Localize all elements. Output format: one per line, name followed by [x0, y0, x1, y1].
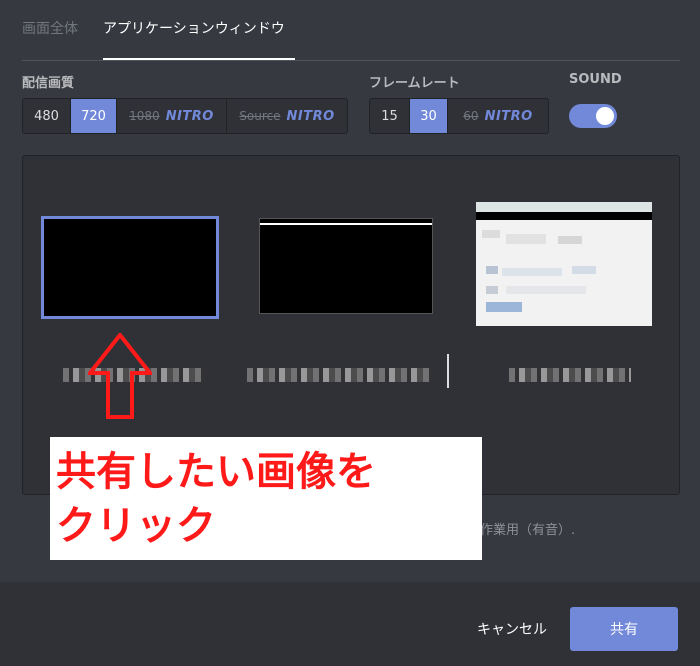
tab-entire-screen[interactable]: 画面全体	[22, 18, 78, 38]
thumbnail-content	[502, 268, 562, 276]
framerate-60-button[interactable]: 60 NITRO	[448, 99, 548, 133]
window-title-blurred	[247, 368, 433, 382]
framerate-60-value: 60	[463, 109, 479, 123]
annotation-text: 共有したい画像を クリック	[56, 449, 376, 549]
framerate-selector: 15 30 60 NITRO	[369, 98, 549, 134]
thumbnail-content	[506, 234, 546, 244]
text-cursor	[447, 354, 449, 388]
resolution-source-value: Source	[239, 109, 281, 123]
framerate-15-button[interactable]: 15	[370, 99, 410, 133]
window-thumbnail[interactable]	[259, 218, 433, 314]
framerate-30-button[interactable]: 30	[410, 99, 448, 133]
thumbnail-titlebar	[260, 223, 432, 225]
sound-label: SOUND	[569, 72, 622, 87]
share-button[interactable]: 共有	[570, 607, 678, 651]
cancel-button[interactable]: キャンセル	[468, 608, 556, 650]
resolution-1080-button[interactable]: 1080 NITRO	[117, 99, 227, 133]
toggle-knob	[596, 107, 614, 125]
annotation-arrow-icon	[88, 333, 152, 419]
thumbnail-content	[486, 286, 498, 294]
window-thumbnail-selected[interactable]	[41, 216, 219, 319]
thumbnail-content	[482, 230, 500, 238]
tab-divider	[22, 60, 680, 61]
nitro-badge: NITRO	[286, 108, 335, 124]
thumbnail-content	[558, 236, 582, 244]
window-title-blurred	[509, 368, 631, 382]
nitro-badge: NITRO	[484, 108, 533, 124]
resolution-source-button[interactable]: Source NITRO	[227, 99, 347, 133]
thumbnail-content	[506, 286, 586, 294]
resolution-1080-value: 1080	[129, 109, 160, 123]
thumbnail-content	[486, 266, 498, 274]
thumbnail-menubar	[476, 212, 652, 220]
framerate-label: フレームレート	[369, 76, 460, 91]
application-note: 作業用（有音）.	[480, 523, 576, 538]
resolution-480-button[interactable]: 480	[23, 99, 71, 133]
thumbnail-content	[572, 266, 596, 274]
resolution-720-button[interactable]: 720	[71, 99, 117, 133]
resolution-label: 配信画質	[22, 76, 75, 91]
resolution-selector: 480 720 1080 NITRO Source NITRO	[22, 98, 348, 134]
sound-toggle[interactable]	[569, 104, 617, 128]
annotation-callout: 共有したい画像を クリック	[50, 437, 482, 560]
thumbnail-content	[486, 302, 522, 312]
thumbnail-titlebar	[476, 202, 652, 212]
tab-application-window[interactable]: アプリケーションウィンドウ	[103, 18, 285, 38]
nitro-badge: NITRO	[165, 108, 214, 124]
window-thumbnail[interactable]	[476, 202, 652, 326]
